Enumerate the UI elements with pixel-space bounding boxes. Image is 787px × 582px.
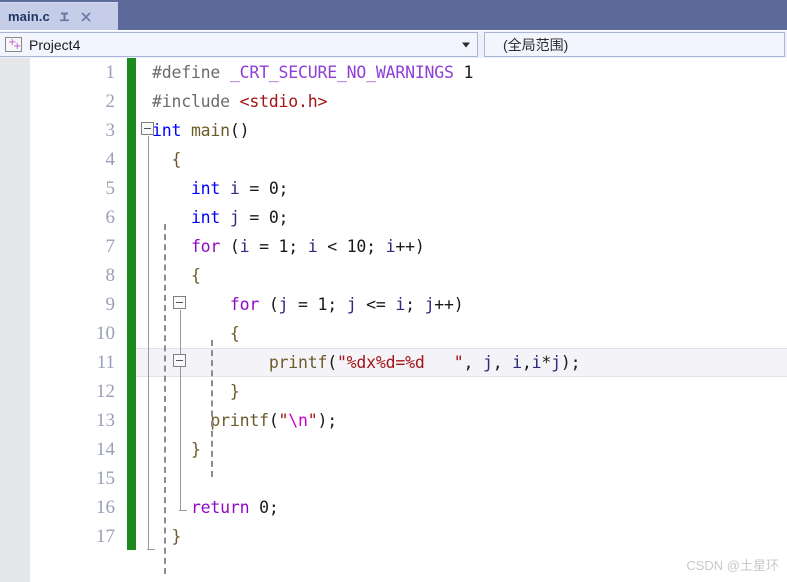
code-line-row-current[interactable]: 11 printf("%dx%d=%d ", j, i,i*j); [0,348,787,377]
code-editor[interactable]: 1 #define _CRT_SECURE_NO_WARNINGS 1 2 #i… [0,58,787,582]
scope-selector-dropdown[interactable]: (全局范围) [484,32,785,57]
code-line-row[interactable]: 9 for (j = 1; j <= i; j++) [0,290,787,319]
code-line-text: return 0; [190,498,279,517]
code-line-row[interactable]: 13 printf("\n"); [0,406,787,435]
visual-studio-editor-window: main.c + + Project4 (全局范围) 1 #define _CR… [0,0,787,582]
line-number: 5 [105,178,116,199]
code-line-text: for (j = 1; j <= i; j++) [229,295,464,314]
line-number: 1 [105,62,116,83]
code-line-text: #include <stdio.h> [152,92,328,111]
document-tab-label: main.c [8,9,50,24]
close-icon[interactable] [79,10,93,24]
code-line-text: for (i = 1; i < 10; i++) [190,237,425,256]
code-line-text: } [190,440,201,459]
line-number: 6 [105,207,116,228]
code-line-row[interactable]: 7 for (i = 1; i < 10; i++) [0,232,787,261]
code-line-row[interactable]: 3 int main() [0,116,787,145]
document-tab-main-c[interactable]: main.c [0,2,118,30]
line-number: 3 [105,120,116,141]
code-line-row[interactable]: 8 { [0,261,787,290]
code-line-row[interactable]: 4 { [0,145,787,174]
code-line-row[interactable]: 14 } [0,435,787,464]
code-line-row[interactable]: 16 return 0; [0,493,787,522]
line-number: 11 [96,352,115,373]
code-line-text: } [171,527,182,546]
title-bar: main.c [0,0,787,30]
line-number: 17 [96,526,115,547]
cpp-project-icon: + + [5,37,22,52]
code-line-text: { [229,324,240,343]
project-selector-label: Project4 [29,36,81,53]
line-number: 12 [96,381,115,402]
scope-selector-label: (全局范围) [503,36,569,53]
line-number: 9 [105,294,116,315]
watermark-text: CSDN @土星环 [686,558,779,573]
code-line-row[interactable]: 6 int j = 0; [0,203,787,232]
code-line-text: { [190,266,201,285]
code-line-row[interactable]: 17 } [0,522,787,551]
line-number: 14 [96,439,115,460]
project-selector-dropdown[interactable]: + + Project4 [0,32,478,57]
code-line-row[interactable]: 5 int i = 0; [0,174,787,203]
code-line-row[interactable]: 12 } [0,377,787,406]
code-line-text: #define _CRT_SECURE_NO_WARNINGS 1 [152,63,474,82]
code-line-text: } [229,382,240,401]
line-number: 2 [105,91,116,112]
code-line-row[interactable]: 15 [0,464,787,493]
code-lines-container: 1 #define _CRT_SECURE_NO_WARNINGS 1 2 #i… [0,58,787,551]
line-number: 7 [105,236,116,257]
line-number: 16 [96,497,115,518]
chevron-down-icon[interactable] [462,42,470,47]
code-line-text: printf("%dx%d=%d ", j, i,i*j); [268,353,581,372]
code-line-text: { [152,150,182,169]
line-number: 15 [96,468,115,489]
code-line-text: int main() [152,121,250,140]
line-number: 10 [96,323,115,344]
code-line-text: int i = 0; [190,179,289,198]
code-line-text: int j = 0; [190,208,289,227]
code-line-row[interactable]: 10 { [0,319,787,348]
line-number: 4 [105,149,116,170]
line-number: 13 [96,410,115,431]
pin-icon[interactable] [58,10,72,24]
navigation-bar: + + Project4 (全局范围) [0,31,787,58]
code-line-row[interactable]: 1 #define _CRT_SECURE_NO_WARNINGS 1 [0,58,787,87]
code-line-row[interactable]: 2 #include <stdio.h> [0,87,787,116]
code-line-text: printf("\n"); [210,411,337,430]
line-number: 8 [105,265,116,286]
